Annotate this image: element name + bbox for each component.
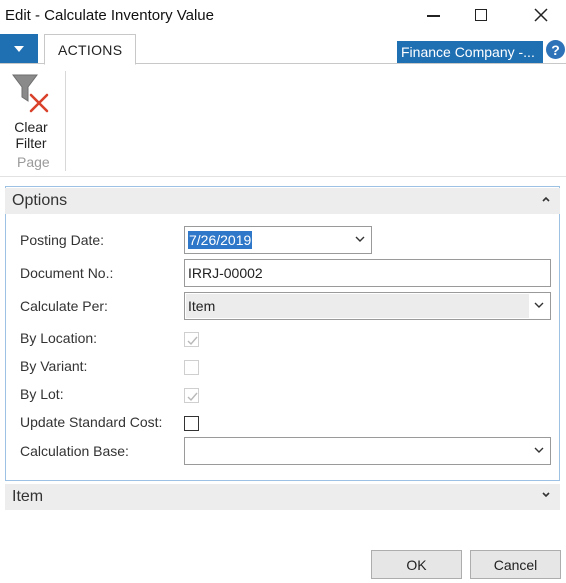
maximize-button[interactable] <box>458 0 504 30</box>
document-no-value: IRRJ-00002 <box>188 265 263 281</box>
dropdown-triangle-icon <box>14 45 24 52</box>
posting-date-field[interactable]: 7/26/2019 <box>184 226 372 254</box>
ribbon-tab-strip: ACTIONS Finance Company -... ? <box>0 34 566 65</box>
ribbon-group-label: Page <box>17 154 50 170</box>
calculate-per-label: Calculate Per: <box>20 298 108 314</box>
by-location-label: By Location: <box>20 330 98 346</box>
funnel-clear-icon <box>12 74 49 113</box>
calculation-base-select[interactable] <box>184 437 551 465</box>
chevron-down-icon[interactable] <box>354 233 366 245</box>
update-standard-cost-checkbox[interactable] <box>184 416 199 431</box>
maximize-icon <box>475 9 487 21</box>
calculate-per-select[interactable]: Item <box>184 292 551 320</box>
item-header-label: Item <box>12 488 44 505</box>
tab-actions[interactable]: ACTIONS <box>44 34 137 65</box>
close-button[interactable] <box>518 0 564 30</box>
cancel-button[interactable]: Cancel <box>470 550 561 579</box>
window-title: Edit - Calculate Inventory Value <box>5 7 214 24</box>
corner-mark-icon: ^ <box>2 0 7 5</box>
item-fasttab-header[interactable]: Item <box>5 484 560 510</box>
checkmark-icon <box>187 392 198 402</box>
options-header-label: Options <box>12 192 68 209</box>
by-lot-checkbox <box>184 388 199 403</box>
minimize-button[interactable] <box>410 0 456 30</box>
chevron-up-icon <box>541 194 551 207</box>
chevron-down-icon[interactable] <box>533 299 545 311</box>
by-variant-label: By Variant: <box>20 358 88 374</box>
minimize-icon <box>426 15 440 17</box>
posting-date-value: 7/26/2019 <box>188 231 253 249</box>
app-menu-button[interactable] <box>0 34 38 63</box>
clear-filter-label-line1: Clear <box>14 119 48 135</box>
options-fasttab-header[interactable]: Options <box>5 188 560 214</box>
by-lot-label: By Lot: <box>20 386 64 402</box>
calculation-base-label: Calculation Base: <box>20 443 129 459</box>
checkmark-icon <box>187 336 198 346</box>
document-no-label: Document No.: <box>20 265 114 281</box>
by-variant-checkbox <box>184 360 199 375</box>
company-name-badge[interactable]: Finance Company -... <box>397 41 543 63</box>
clear-filter-button[interactable]: Clear Filter <box>8 69 54 151</box>
document-no-field[interactable]: IRRJ-00002 <box>184 259 551 287</box>
update-standard-cost-label: Update Standard Cost: <box>20 414 163 430</box>
ribbon-panel: Clear Filter Page <box>0 65 566 177</box>
by-location-checkbox <box>184 332 199 347</box>
chevron-down-icon <box>541 490 551 503</box>
window-titlebar: ^ Edit - Calculate Inventory Value <box>0 0 566 30</box>
chevron-down-icon[interactable] <box>533 444 545 456</box>
posting-date-label: Posting Date: <box>20 232 105 248</box>
close-icon <box>534 8 548 22</box>
clear-filter-label-line2: Filter <box>15 135 47 151</box>
calculate-per-value: Item <box>186 294 529 318</box>
ribbon-separator <box>65 71 66 171</box>
ok-button[interactable]: OK <box>371 550 462 579</box>
help-icon[interactable]: ? <box>546 40 565 59</box>
